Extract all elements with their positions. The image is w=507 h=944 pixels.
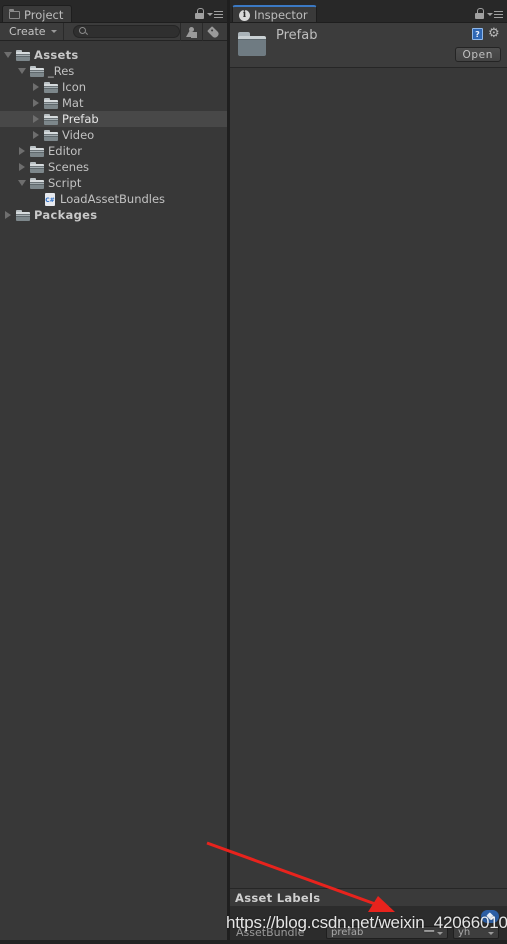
asset-labels-heading: Asset Labels [230, 888, 507, 906]
info-icon: i [239, 9, 250, 21]
folder-icon [30, 145, 44, 157]
folder-icon [30, 161, 44, 173]
project-tab-controls [195, 8, 223, 20]
tree-item-loadassetbundles[interactable]: C# LoadAssetBundles [0, 191, 227, 207]
tree-item-icon[interactable]: Icon [0, 79, 227, 95]
collapsed-arrow-icon[interactable] [17, 162, 27, 172]
tree-item-label: Prefab [62, 112, 99, 126]
inspector-body: Prefab ? ⚙ Open Asset Labels AssetBundle… [230, 22, 507, 944]
create-button[interactable]: Create [0, 23, 64, 40]
tree-item-label: Video [62, 128, 95, 142]
folder-icon [238, 32, 266, 56]
tree-item-label: Assets [34, 48, 79, 62]
tab-project[interactable]: Project [2, 5, 73, 23]
project-toolbar: Create [0, 23, 227, 41]
lock-icon[interactable] [475, 8, 484, 20]
create-label: Create [9, 25, 46, 38]
folder-icon [44, 129, 58, 141]
folder-icon [16, 209, 30, 221]
folder-icon [44, 113, 58, 125]
tab-project-label: Project [24, 7, 64, 22]
project-panel: Project Create Assets _Res Icon Mat Pref… [0, 0, 227, 944]
tree-item-label: _Res [48, 64, 75, 78]
panel-menu-icon[interactable] [207, 11, 223, 18]
tab-inspector-label: Inspector [254, 8, 308, 22]
collapsed-arrow-icon[interactable] [17, 146, 27, 156]
gear-icon[interactable]: ⚙ [488, 27, 500, 40]
project-tabbar: Project [0, 0, 227, 23]
folder-icon [16, 49, 30, 61]
tree-item-prefab[interactable]: Prefab [0, 111, 227, 127]
tree-item-editor[interactable]: Editor [0, 143, 227, 159]
bottom-edge [0, 940, 507, 944]
tree-item-scenes[interactable]: Scenes [0, 159, 227, 175]
tree-item-label: Icon [62, 80, 87, 94]
folder-icon [9, 9, 20, 19]
collapsed-arrow-icon[interactable] [31, 114, 41, 124]
tree-item-label: LoadAssetBundles [60, 192, 166, 206]
inspector-tabbar: i Inspector [230, 0, 507, 23]
chevron-down-icon [50, 30, 57, 33]
collapsed-arrow-icon[interactable] [31, 98, 41, 108]
project-tree: Assets _Res Icon Mat Prefab Video Editor Scenes… [0, 41, 227, 223]
expanded-arrow-icon[interactable] [17, 178, 27, 188]
filter-by-type-button[interactable] [180, 23, 202, 41]
collapsed-arrow-icon[interactable] [31, 82, 41, 92]
tree-item-script[interactable]: Script [0, 175, 227, 191]
collapsed-arrow-icon[interactable] [31, 130, 41, 140]
folder-icon [30, 65, 44, 77]
filter-by-label-button[interactable] [202, 23, 224, 41]
expanded-arrow-icon[interactable] [17, 66, 27, 76]
inspector-panel: i Inspector Prefab ? ⚙ Open Asset Labels [230, 0, 507, 944]
tree-item-video[interactable]: Video [0, 127, 227, 143]
inspector-title: Prefab [276, 28, 318, 43]
tree-item-assets[interactable]: Assets [0, 47, 227, 63]
tree-item-label: Packages [34, 208, 98, 222]
open-button[interactable]: Open [454, 47, 501, 62]
search-input[interactable] [72, 25, 180, 38]
csharp-script-icon: C# [45, 192, 55, 206]
collapsed-arrow-icon[interactable] [3, 210, 13, 220]
search-icon [78, 27, 86, 34]
inspector-content [230, 69, 507, 880]
tab-inspector[interactable]: i Inspector [232, 5, 317, 23]
tree-item-label: Editor [48, 144, 83, 158]
inspector-tab-controls [475, 8, 503, 20]
expanded-arrow-icon[interactable] [3, 50, 13, 60]
folder-icon [30, 177, 44, 189]
watermark: https://blog.csdn.net/weixin_42066010 [226, 913, 507, 932]
arrow-placeholder [31, 194, 41, 204]
tree-item-label: Script [48, 176, 82, 190]
tree-item-res[interactable]: _Res [0, 63, 227, 79]
inspector-header: Prefab ? ⚙ Open [230, 23, 507, 68]
folder-icon [44, 81, 58, 93]
filter-type-icon [185, 26, 198, 38]
folder-icon [44, 97, 58, 109]
tree-item-label: Mat [62, 96, 84, 110]
panel-menu-icon[interactable] [487, 11, 503, 18]
tree-item-mat[interactable]: Mat [0, 95, 227, 111]
tree-item-label: Scenes [48, 160, 90, 174]
tag-icon [207, 25, 220, 39]
unity-editor: Project Create Assets _Res Icon Mat Pref… [0, 0, 507, 944]
lock-icon[interactable] [195, 8, 204, 20]
tree-item-packages[interactable]: Packages [0, 207, 227, 223]
help-book-icon[interactable]: ? [472, 28, 483, 40]
project-body: Create Assets _Res Icon Mat Prefab Video Edito… [0, 22, 227, 944]
